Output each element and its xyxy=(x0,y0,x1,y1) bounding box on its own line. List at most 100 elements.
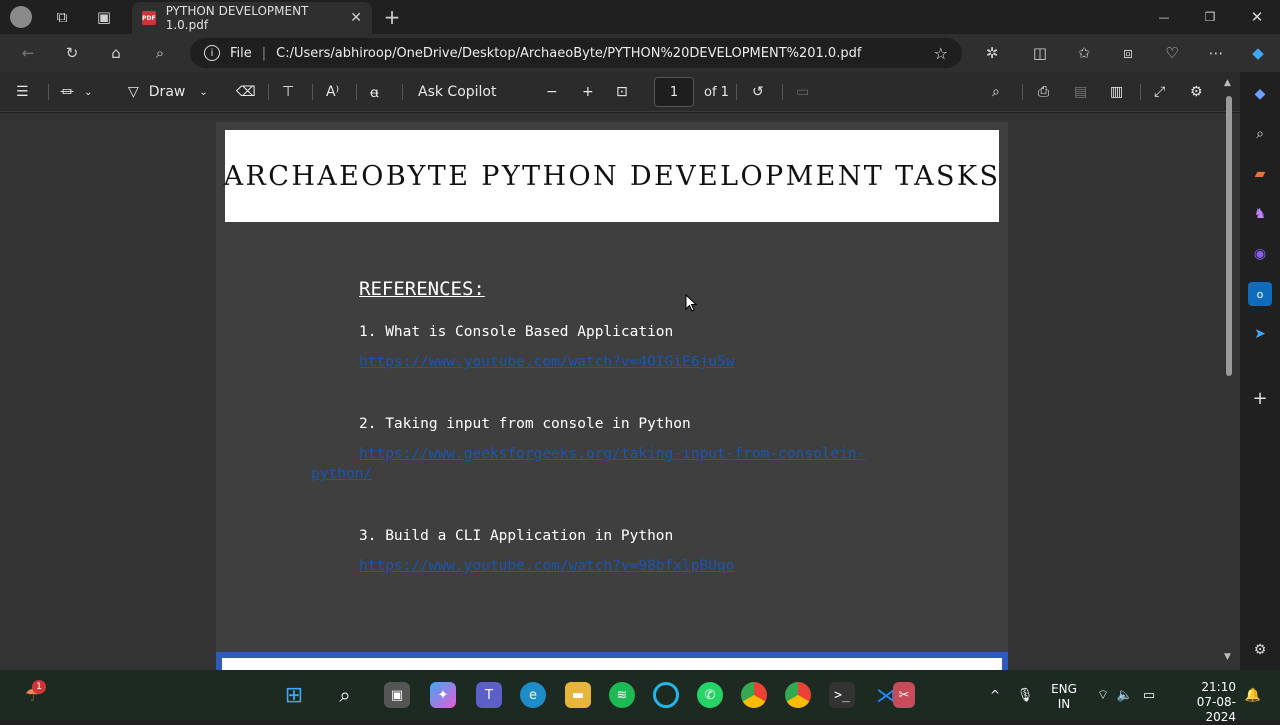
print-icon[interactable]: ⎙ xyxy=(1038,78,1049,106)
games-icon[interactable]: ♞ xyxy=(1248,202,1272,226)
reference-link-1[interactable]: https://www.youtube.com/watch?v=4OIGiE6j… xyxy=(359,354,734,370)
shopping-tag-icon[interactable]: ◆ xyxy=(1248,82,1272,106)
notifications-bell-icon[interactable]: 🔔 xyxy=(1240,682,1266,708)
chrome-icon[interactable] xyxy=(741,682,767,708)
draw-label: Draw xyxy=(148,84,186,100)
clock[interactable]: 21:10 07-08-2024 xyxy=(1170,680,1236,725)
more-menu-icon[interactable]: ⋯ xyxy=(1202,39,1230,67)
settings-icon[interactable]: ⚙ xyxy=(1190,78,1203,106)
snipping-tool-icon[interactable]: ✂ xyxy=(893,682,915,708)
copilot-taskbar-icon[interactable]: ✦ xyxy=(430,682,456,708)
zoom-out-icon[interactable]: − xyxy=(546,78,558,106)
terminal-icon[interactable]: >_ xyxy=(829,682,855,708)
pdf-toolbar: ☰ ⏛ ⌄ ▽ Draw ⌄ ⌫ ⊤ A⁾ ꬰ Ask Copilot − + … xyxy=(0,72,1240,112)
favorite-star-icon[interactable]: ☆ xyxy=(934,44,948,63)
add-icon[interactable]: + xyxy=(1248,386,1272,410)
copilot-sidebar-icon[interactable]: ◉ xyxy=(1248,242,1272,266)
cortana-icon[interactable] xyxy=(653,682,679,708)
translate-icon[interactable]: ꬰ xyxy=(370,78,379,106)
eraser-icon[interactable]: ⌫ xyxy=(236,78,256,106)
reference-link-3[interactable]: https://www.youtube.com/watch?v=98bfxlpB… xyxy=(359,558,734,574)
pdf-icon: PDF xyxy=(142,11,156,25)
text-box-icon[interactable]: ⊤ xyxy=(282,78,294,106)
tray-overflow-icon[interactable]: ^ xyxy=(982,682,1008,708)
home-icon[interactable]: ⌂ xyxy=(102,39,130,67)
back-icon[interactable]: ← xyxy=(14,39,42,67)
tab-title: PYTHON DEVELOPMENT 1.0.pdf xyxy=(165,4,309,32)
save-icon[interactable]: ▤ xyxy=(1074,78,1087,106)
copilot-icon[interactable]: ◆ xyxy=(1244,39,1272,67)
read-aloud-icon[interactable]: A⁾ xyxy=(326,78,339,106)
task-view-icon[interactable]: ▣ xyxy=(384,682,410,708)
tools-icon[interactable]: ▰ xyxy=(1248,162,1272,186)
scheme-label: File xyxy=(230,45,252,61)
language-indicator[interactable]: ENG IN xyxy=(1044,682,1084,712)
close-tab-icon[interactable]: ✕ xyxy=(350,10,362,26)
outlook-icon[interactable]: o xyxy=(1248,282,1272,306)
scrollbar-thumb[interactable] xyxy=(1226,96,1232,376)
toolbar-divider xyxy=(782,84,783,100)
clock-time: 21:10 xyxy=(1201,680,1236,694)
send-icon[interactable]: ➤ xyxy=(1248,322,1272,346)
start-button[interactable]: ⊞ xyxy=(281,682,307,708)
close-window-button[interactable]: ✕ xyxy=(1243,3,1271,31)
restore-button[interactable]: ❐ xyxy=(1196,3,1224,31)
workspaces-icon[interactable]: ⧉ xyxy=(48,3,76,31)
file-explorer-icon[interactable]: ▬ xyxy=(565,682,591,708)
zoom-in-icon[interactable]: + xyxy=(582,78,594,106)
chrome-profile-icon[interactable] xyxy=(785,682,811,708)
profile-avatar[interactable] xyxy=(10,6,32,28)
favorites-icon[interactable]: ✩ xyxy=(1070,39,1098,67)
toolbar-divider xyxy=(268,84,269,100)
draw-icon: ▽ xyxy=(128,84,139,100)
scroll-up-icon[interactable]: ▲ xyxy=(1224,78,1231,88)
fit-page-icon[interactable]: ⊡ xyxy=(616,78,628,106)
sidebar-search-icon[interactable]: ⌕ xyxy=(1248,122,1272,146)
tab-actions-icon[interactable]: ▣ xyxy=(90,3,118,31)
url-separator: | xyxy=(261,45,267,61)
collections-icon[interactable]: ⧈ xyxy=(1114,39,1142,67)
toolbar-divider xyxy=(402,84,403,100)
taskbar-search-icon[interactable]: ⌕ xyxy=(332,682,358,708)
refresh-icon[interactable]: ↻ xyxy=(58,39,86,67)
battery-icon[interactable]: ▭ xyxy=(1136,682,1162,708)
scroll-down-icon[interactable]: ▼ xyxy=(1224,652,1231,662)
volume-icon[interactable]: 🔈 xyxy=(1112,682,1138,708)
toolbar-divider xyxy=(48,84,49,100)
highlight-icon[interactable]: ⏛ ⌄ xyxy=(60,78,92,106)
contents-icon[interactable]: ☰ xyxy=(16,78,29,106)
search-icon[interactable]: ⌕ xyxy=(146,39,174,67)
draw-button[interactable]: ▽ Draw ⌄ xyxy=(128,78,208,106)
address-input[interactable]: i File | C:/Users/abhiroop/OneDrive/Desk… xyxy=(190,38,962,68)
vertical-scrollbar[interactable]: ▲ ▼ xyxy=(1222,76,1236,666)
reference-link-2-continuation[interactable]: python/ xyxy=(311,466,372,482)
pdf-viewer[interactable]: ARCHAEOBYTE PYTHON DEVELOPMENT TASKS REF… xyxy=(0,113,1240,670)
page-view-icon[interactable]: ▭ xyxy=(796,78,809,106)
info-icon[interactable]: i xyxy=(204,45,220,61)
find-icon[interactable]: ⌕ xyxy=(992,78,1000,106)
whatsapp-icon[interactable]: ✆ xyxy=(697,682,723,708)
rotate-icon[interactable]: ↺ xyxy=(752,78,764,106)
new-tab-button[interactable]: + xyxy=(378,3,406,31)
active-tab[interactable]: PDF PYTHON DEVELOPMENT 1.0.pdf ✕ xyxy=(132,2,372,34)
extensions-icon[interactable]: ✲ xyxy=(978,39,1006,67)
fullscreen-icon[interactable]: ⤢ xyxy=(1154,78,1165,106)
sidebar-settings-icon[interactable]: ⚙ xyxy=(1248,638,1272,662)
minimize-button[interactable]: — xyxy=(1150,3,1178,31)
toolbar-divider xyxy=(356,84,357,100)
page-number-input[interactable]: 1 xyxy=(654,77,694,107)
save-as-icon[interactable]: ▥ xyxy=(1110,78,1123,106)
edge-icon[interactable]: e xyxy=(520,682,546,708)
mouse-cursor-icon xyxy=(685,294,697,312)
ask-copilot-button[interactable]: Ask Copilot xyxy=(418,78,497,106)
teams-icon[interactable]: T xyxy=(476,682,502,708)
reference-item-1: 1. What is Console Based Application xyxy=(359,324,674,340)
split-screen-icon[interactable]: ◫ xyxy=(1026,39,1054,67)
spotify-icon[interactable]: ≋ xyxy=(609,682,635,708)
toolbar-divider xyxy=(312,84,313,100)
title-bar: ⧉ ▣ PDF PYTHON DEVELOPMENT 1.0.pdf ✕ + —… xyxy=(0,0,1280,34)
chevron-down-icon[interactable]: ⌄ xyxy=(199,87,207,98)
microphone-icon[interactable]: 🎙 xyxy=(1012,682,1038,708)
browser-essentials-icon[interactable]: ♡ xyxy=(1158,39,1186,67)
reference-link-2[interactable]: https://www.geeksforgeeks.org/taking-inp… xyxy=(359,446,865,462)
